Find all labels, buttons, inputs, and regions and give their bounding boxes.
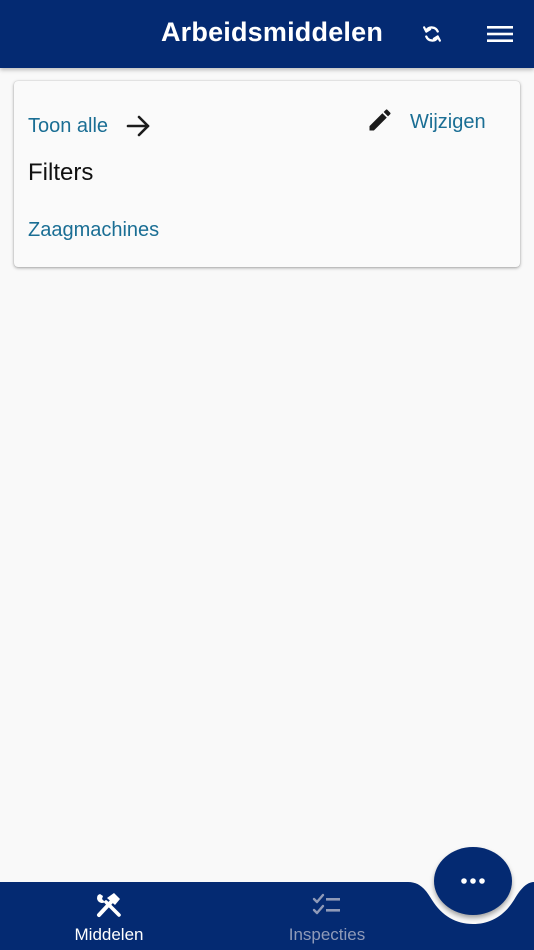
tab-inspecties-label: Inspecties (288, 925, 366, 944)
hamburger-menu-icon (487, 26, 513, 42)
refresh-button[interactable] (415, 17, 449, 51)
show-all-link[interactable]: Toon alle (28, 114, 152, 138)
refresh-icon (423, 26, 441, 42)
more-actions-button[interactable] (434, 847, 512, 915)
app-header: Arbeidsmiddelen (0, 0, 534, 68)
tools-icon (94, 892, 124, 923)
checklist-icon (312, 892, 342, 923)
filter-item[interactable]: Zaagmachines (28, 219, 159, 242)
edit-button[interactable]: Wijzigen (366, 106, 486, 139)
edit-label: Wijzigen (410, 111, 486, 133)
more-horizontal-icon (461, 878, 485, 884)
show-all-label: Toon alle (28, 114, 109, 137)
arrow-right-icon (126, 114, 152, 138)
tab-middelen[interactable]: Middelen (29, 892, 189, 945)
page-title: Arbeidsmiddelen (160, 17, 384, 47)
tab-inspecties[interactable]: Inspecties (247, 892, 407, 945)
filters-title: Filters (28, 159, 94, 186)
tab-middelen-label: Middelen (74, 925, 144, 944)
menu-button[interactable] (483, 17, 517, 51)
filter-card: Toon alle Wijzigen Filters Zaagmachines (14, 81, 520, 267)
pencil-icon (366, 106, 394, 139)
